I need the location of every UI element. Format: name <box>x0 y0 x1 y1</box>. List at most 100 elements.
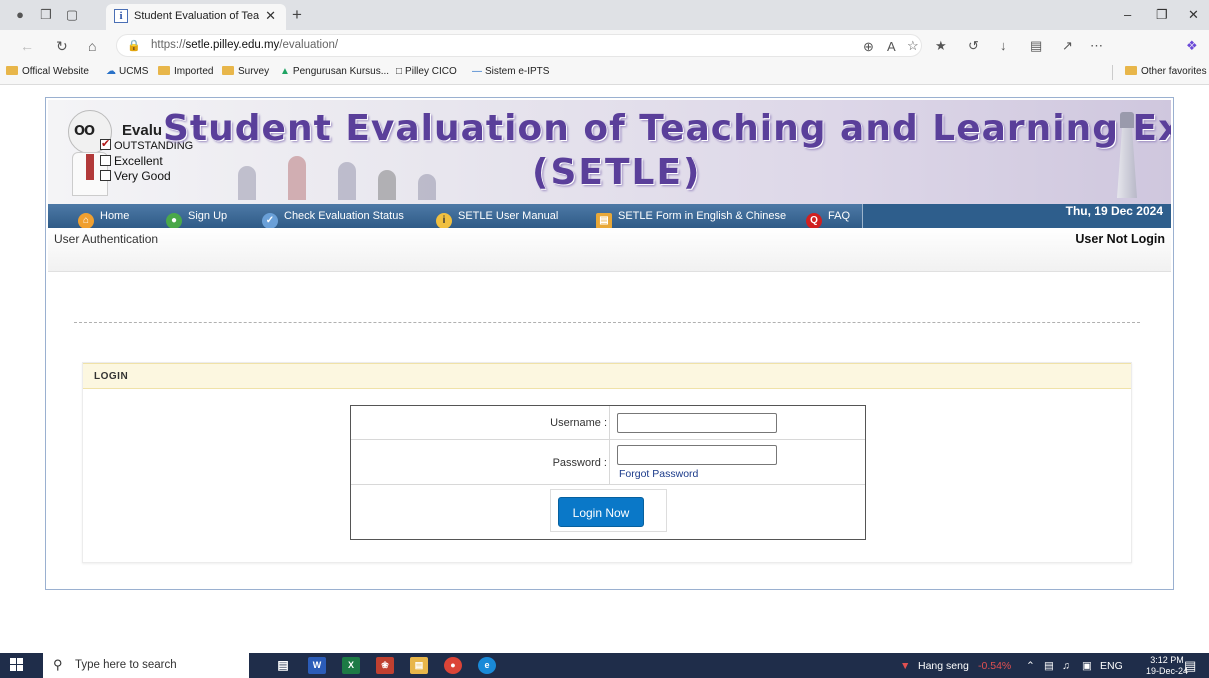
forgot-password-link[interactable]: Forgot Password <box>619 468 698 480</box>
menu-setle-form[interactable]: ▤ SETLE Form in English & Chinese <box>596 204 786 229</box>
site-banner: OO Evalu OUTSTANDING Excellent Very Good… <box>48 100 1171 204</box>
edge-icon[interactable]: e <box>478 657 496 674</box>
windows-start-icon[interactable] <box>10 658 24 672</box>
display-icon[interactable]: ▣ <box>1082 660 1092 672</box>
checkbox-icon <box>100 155 111 166</box>
favorites-icon[interactable]: ★ <box>935 38 947 54</box>
close-tab-icon[interactable]: ✕ <box>265 8 276 24</box>
more-icon[interactable]: ⋯ <box>1090 38 1103 54</box>
paint-icon[interactable]: ❀ <box>376 657 394 674</box>
page-content: OO Evalu OUTSTANDING Excellent Very Good… <box>0 85 1209 653</box>
url-text: https://setle.pilley.edu.my/evaluation/ <box>151 39 339 51</box>
fav-other-favorites[interactable]: Other favorites <box>1125 66 1207 77</box>
minimize-icon[interactable]: – <box>1124 7 1131 22</box>
fav-imported[interactable]: Imported <box>158 66 213 77</box>
favorites-bar: Offical Website ☁ UCMS Imported Survey ▲ P… <box>0 61 1209 85</box>
folder-icon <box>1125 66 1137 75</box>
username-row: Username : <box>351 406 865 440</box>
username-label: Username : <box>550 417 607 429</box>
network-icon[interactable]: ▤ <box>1044 660 1054 672</box>
password-input[interactable] <box>617 445 777 465</box>
fav-pengurusan-kursus[interactable]: ▲ Pengurusan Kursus... <box>280 66 389 77</box>
main-menu-items: ⌂ Home ● Sign Up ✓ Check Evaluation Status … <box>48 204 863 229</box>
close-window-icon[interactable]: ✕ <box>1188 7 1199 23</box>
menu-sign-up[interactable]: ● Sign Up <box>166 204 227 229</box>
tab-favicon-icon: i <box>114 9 128 23</box>
taskbar-search-box[interactable]: ⚲ Type here to search <box>43 653 249 678</box>
taskbar-search-placeholder: Type here to search <box>75 659 177 671</box>
copilot-icon[interactable]: ❖ <box>1186 38 1198 54</box>
refresh-icon[interactable]: ↻ <box>56 38 68 55</box>
home-browser-icon[interactable]: ⌂ <box>88 38 96 54</box>
volume-icon[interactable]: ♫ <box>1062 660 1070 672</box>
drive-icon: ▲ <box>280 66 290 77</box>
breadcrumb: User Authentication <box>54 232 159 246</box>
login-heading: LOGIN <box>94 371 129 382</box>
chrome-icon[interactable]: ● <box>444 657 462 674</box>
home-icon: ⌂ <box>78 213 94 229</box>
downloads-icon[interactable]: ↓ <box>1000 38 1007 53</box>
stock-change: -0.54% <box>978 660 1012 672</box>
workspaces-icon[interactable]: ❒ <box>38 7 54 23</box>
user-manual-icon: i <box>436 213 452 229</box>
windows-taskbar: ⚲ Type here to search ▤ W X ❀ ▤ ● e ▼ Ha… <box>0 653 1209 678</box>
word-icon[interactable]: W <box>308 657 326 674</box>
task-view-icon[interactable]: ▤ <box>274 657 292 674</box>
new-tab-icon[interactable]: + <box>292 5 302 25</box>
extensions-icon[interactable]: ▤ <box>1030 38 1042 54</box>
tab-title: Student Evaluation of Teaching ar <box>134 10 259 22</box>
username-input[interactable] <box>617 413 777 433</box>
cloud-icon: ☁ <box>106 66 116 77</box>
banner-title: Student Evaluation of Teaching and Learn… <box>163 108 1171 149</box>
zoom-icon[interactable]: ⊕ <box>863 39 874 55</box>
taskbar-clock[interactable]: 3:12 PM 19-Dec-24 <box>1146 655 1188 677</box>
login-status: User Not Login <box>1075 232 1165 246</box>
browser-tab[interactable]: i Student Evaluation of Teaching ar ✕ <box>106 4 286 30</box>
password-row: Password : Forgot Password <box>351 440 865 485</box>
folder-icon: ▤ <box>596 213 612 229</box>
back-icon[interactable]: ← <box>20 38 34 54</box>
clock-date: 19-Dec-24 <box>1146 666 1189 676</box>
login-button[interactable]: Login Now <box>558 497 644 527</box>
password-label: Password : <box>552 457 607 469</box>
tab-actions-icon[interactable]: ▢ <box>64 7 80 23</box>
favorite-star-icon[interactable]: ☆ <box>907 38 919 54</box>
favbar-divider <box>1112 65 1113 80</box>
folder-icon <box>158 66 170 75</box>
link-icon: — <box>472 66 482 77</box>
banner-subtitle: (SETLE) <box>532 152 702 193</box>
restore-icon[interactable]: ❐ <box>1156 7 1168 23</box>
banner-background-people <box>228 150 468 200</box>
status-icon: ✓ <box>262 213 278 229</box>
menu-setle-user-manual[interactable]: i SETLE User Manual <box>436 204 558 229</box>
profile-icon[interactable]: ● <box>12 7 28 23</box>
login-panel: LOGIN Username : Password : Forgot Passw… <box>82 362 1132 563</box>
fav-offical-website[interactable]: Offical Website <box>6 66 89 77</box>
url-input[interactable]: 🔒 https://setle.pilley.edu.my/evaluation… <box>116 34 922 57</box>
clock-time: 3:12 PM <box>1150 655 1184 665</box>
folder-icon <box>222 66 234 75</box>
site-container: OO Evalu OUTSTANDING Excellent Very Good… <box>45 97 1174 590</box>
notifications-icon[interactable]: ▤ <box>1184 658 1196 674</box>
file-explorer-icon[interactable]: ▤ <box>410 657 428 674</box>
share-icon[interactable]: ↗ <box>1062 38 1073 54</box>
menu-check-evaluation-status[interactable]: ✓ Check Evaluation Status <box>262 204 404 229</box>
language-indicator[interactable]: ENG <box>1100 660 1123 672</box>
folder-icon <box>6 66 18 75</box>
browser-tab-bar: ● ❒ ▢ i Student Evaluation of Teaching a… <box>0 0 1209 30</box>
lock-icon: 🔒 <box>127 40 141 52</box>
tray-chevron-icon[interactable]: ⌃ <box>1026 660 1035 672</box>
fav-sistem-e-ipts[interactable]: — Sistem e-IPTS <box>472 66 549 77</box>
read-aloud-icon[interactable]: A <box>887 39 896 54</box>
menu-faq[interactable]: Q FAQ <box>806 204 850 229</box>
fav-survey[interactable]: Survey <box>222 66 269 77</box>
stock-name[interactable]: Hang seng <box>918 660 969 672</box>
breadcrumb-bar: User Authentication User Not Login <box>48 228 1171 272</box>
fav-ucms[interactable]: ☁ UCMS <box>106 66 148 77</box>
menu-home[interactable]: ⌂ Home <box>78 204 129 229</box>
history-icon[interactable]: ↺ <box>968 38 979 54</box>
faq-icon: Q <box>806 213 822 229</box>
excel-icon[interactable]: X <box>342 657 360 674</box>
address-bar-row: ← ↻ ⌂ 🔒 https://setle.pilley.edu.my/eval… <box>0 30 1209 61</box>
fav-pilley-cico[interactable]: □ Pilley CICO <box>396 66 457 77</box>
